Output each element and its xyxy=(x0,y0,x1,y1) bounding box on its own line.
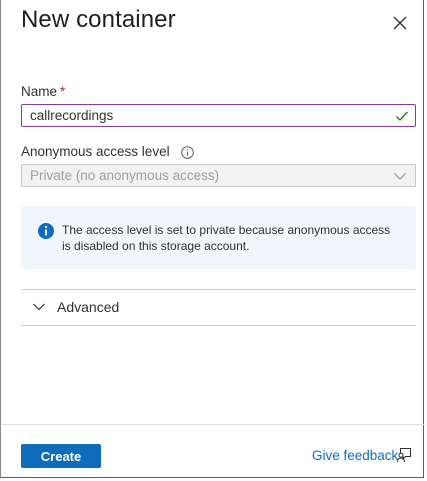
name-label-text: Name xyxy=(21,84,58,99)
access-level-label-text: Anonymous access level xyxy=(21,144,170,159)
advanced-section-toggle[interactable]: Advanced xyxy=(21,290,416,325)
access-level-label: Anonymous access level xyxy=(21,144,195,159)
name-label: Name * xyxy=(21,84,65,99)
panel-title: New container xyxy=(21,6,176,33)
create-button[interactable]: Create xyxy=(21,444,101,468)
new-container-panel: New container Name* Anonymous access lev… xyxy=(0,0,425,478)
chevron-down-icon xyxy=(33,303,45,311)
feedback-icon[interactable] xyxy=(396,447,412,463)
info-tooltip-icon[interactable] xyxy=(181,146,195,159)
access-level-dropdown: Private (no anonymous access) xyxy=(21,164,416,187)
info-message-text: The access level is set to private becau… xyxy=(62,223,391,253)
name-field[interactable] xyxy=(21,104,416,127)
access-level-selected: Private (no anonymous access) xyxy=(30,168,220,183)
chevron-down-icon xyxy=(394,173,406,180)
checkmark-icon xyxy=(396,111,408,121)
footer-divider xyxy=(1,424,425,425)
required-marker: * xyxy=(60,84,66,99)
close-button[interactable] xyxy=(389,12,411,34)
advanced-label: Advanced xyxy=(57,299,120,315)
close-icon xyxy=(393,16,407,30)
advanced-divider-bottom xyxy=(21,325,416,326)
give-feedback-link[interactable]: Give feedback xyxy=(312,448,398,463)
name-input[interactable] xyxy=(22,105,390,126)
info-icon xyxy=(38,223,54,239)
info-message-box: The access level is set to private becau… xyxy=(21,206,416,269)
